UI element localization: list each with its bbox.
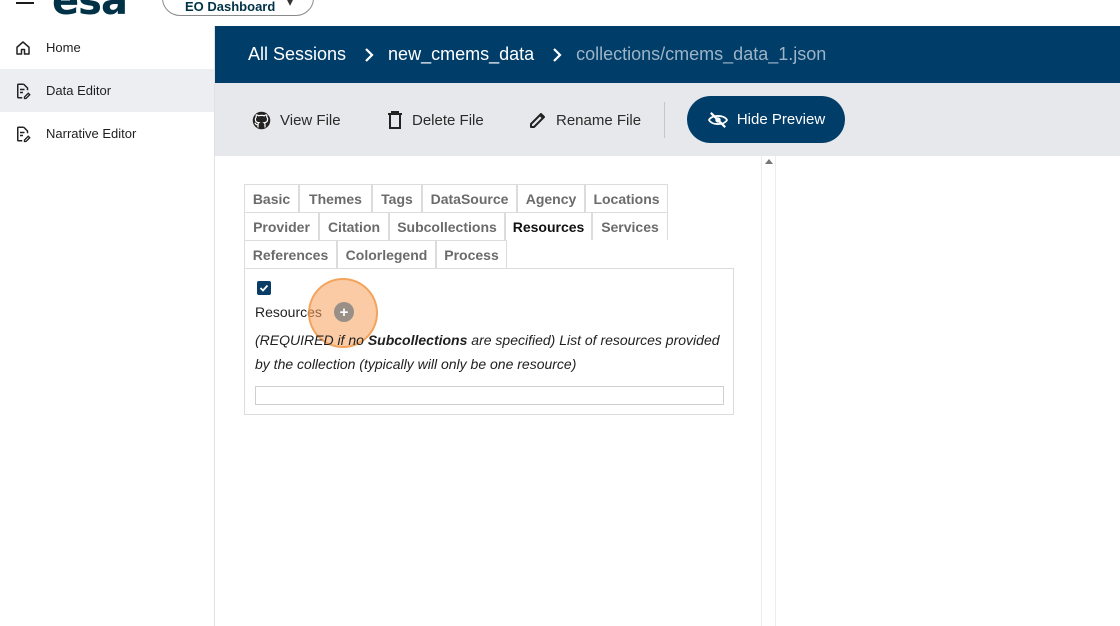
resources-description: (REQUIRED if no Subcollections are speci… <box>255 328 725 376</box>
breadcrumb-all-sessions[interactable]: All Sessions <box>248 44 346 65</box>
breadcrumb-session[interactable]: new_cmems_data <box>388 44 534 65</box>
scroll-up-arrow-icon[interactable] <box>765 159 773 164</box>
hide-preview-button[interactable]: Hide Preview <box>687 96 845 143</box>
top-bar: esa EO Dashboard ▾ <box>0 0 1120 26</box>
sidebar-item-home[interactable]: Home <box>0 26 214 69</box>
view-file-label: View File <box>280 111 341 129</box>
tab-locations[interactable]: Locations <box>585 184 668 212</box>
tab-citation[interactable]: Citation <box>319 212 389 240</box>
esa-logo[interactable]: esa <box>52 0 128 24</box>
preview-panel <box>777 156 1120 626</box>
sidebar-item-narrative-editor[interactable]: Narrative Editor <box>0 112 214 155</box>
menu-icon[interactable] <box>16 0 34 8</box>
subcollections-emphasis: Subcollections <box>367 332 468 348</box>
tab-references[interactable]: References <box>244 240 337 268</box>
trash-icon <box>388 111 402 129</box>
resources-input[interactable] <box>255 386 724 405</box>
rename-file-label: Rename File <box>556 111 642 129</box>
resources-panel: Resources + (REQUIRED if no Subcollectio… <box>244 268 734 415</box>
edit-document-icon <box>12 80 34 102</box>
editor-scrollbar[interactable] <box>761 156 776 626</box>
sidebar-item-label: Home <box>46 40 81 55</box>
rename-file-button[interactable]: Rename File <box>528 107 641 133</box>
chevron-right-icon <box>552 47 562 62</box>
delete-file-button[interactable]: Delete File <box>386 107 484 133</box>
tab-agency[interactable]: Agency <box>517 184 585 212</box>
sidebar-item-label: Narrative Editor <box>46 126 137 141</box>
pencil-icon <box>530 113 545 128</box>
hide-preview-label: Hide Preview <box>736 111 826 128</box>
breadcrumb: All Sessions new_cmems_data collections/… <box>215 26 1120 83</box>
chevron-right-icon <box>364 47 374 62</box>
dashboard-select[interactable]: EO Dashboard ▾ <box>162 0 314 16</box>
tab-themes[interactable]: Themes <box>299 184 372 212</box>
sidebar-item-data-editor[interactable]: Data Editor <box>0 69 214 112</box>
file-toolbar: View File Delete File Rename File Hide P… <box>215 83 1120 156</box>
resources-checkbox[interactable] <box>257 281 271 295</box>
sidebar: Home Data Editor Narrative Editor <box>0 26 215 626</box>
tab-basic[interactable]: Basic <box>244 184 299 212</box>
chevron-down-icon: ▾ <box>286 0 293 9</box>
plus-icon: + <box>334 302 354 322</box>
tab-provider[interactable]: Provider <box>244 212 319 240</box>
eye-off-icon <box>707 111 728 128</box>
delete-file-label: Delete File <box>412 111 484 129</box>
sidebar-item-label: Data Editor <box>46 83 112 98</box>
tab-datasource[interactable]: DataSource <box>422 184 517 212</box>
breadcrumb-file: collections/cmems_data_1.json <box>576 44 827 64</box>
tab-colorlegend[interactable]: Colorlegend <box>337 240 436 268</box>
home-icon <box>12 37 34 59</box>
tab-process[interactable]: Process <box>436 240 507 268</box>
view-file-button[interactable]: View File <box>251 107 341 133</box>
resources-description-text: (REQUIRED if no <box>255 332 368 348</box>
github-icon <box>252 111 271 129</box>
tab-services[interactable]: Services <box>592 212 668 240</box>
tab-tags[interactable]: Tags <box>372 184 422 212</box>
toolbar-divider <box>664 102 665 138</box>
checkmark-icon <box>259 284 269 292</box>
tab-subcollections[interactable]: Subcollections <box>389 212 505 240</box>
edit-document-icon <box>12 123 34 145</box>
tab-resources[interactable]: Resources <box>505 212 592 240</box>
dashboard-select-label: EO Dashboard <box>185 0 276 14</box>
